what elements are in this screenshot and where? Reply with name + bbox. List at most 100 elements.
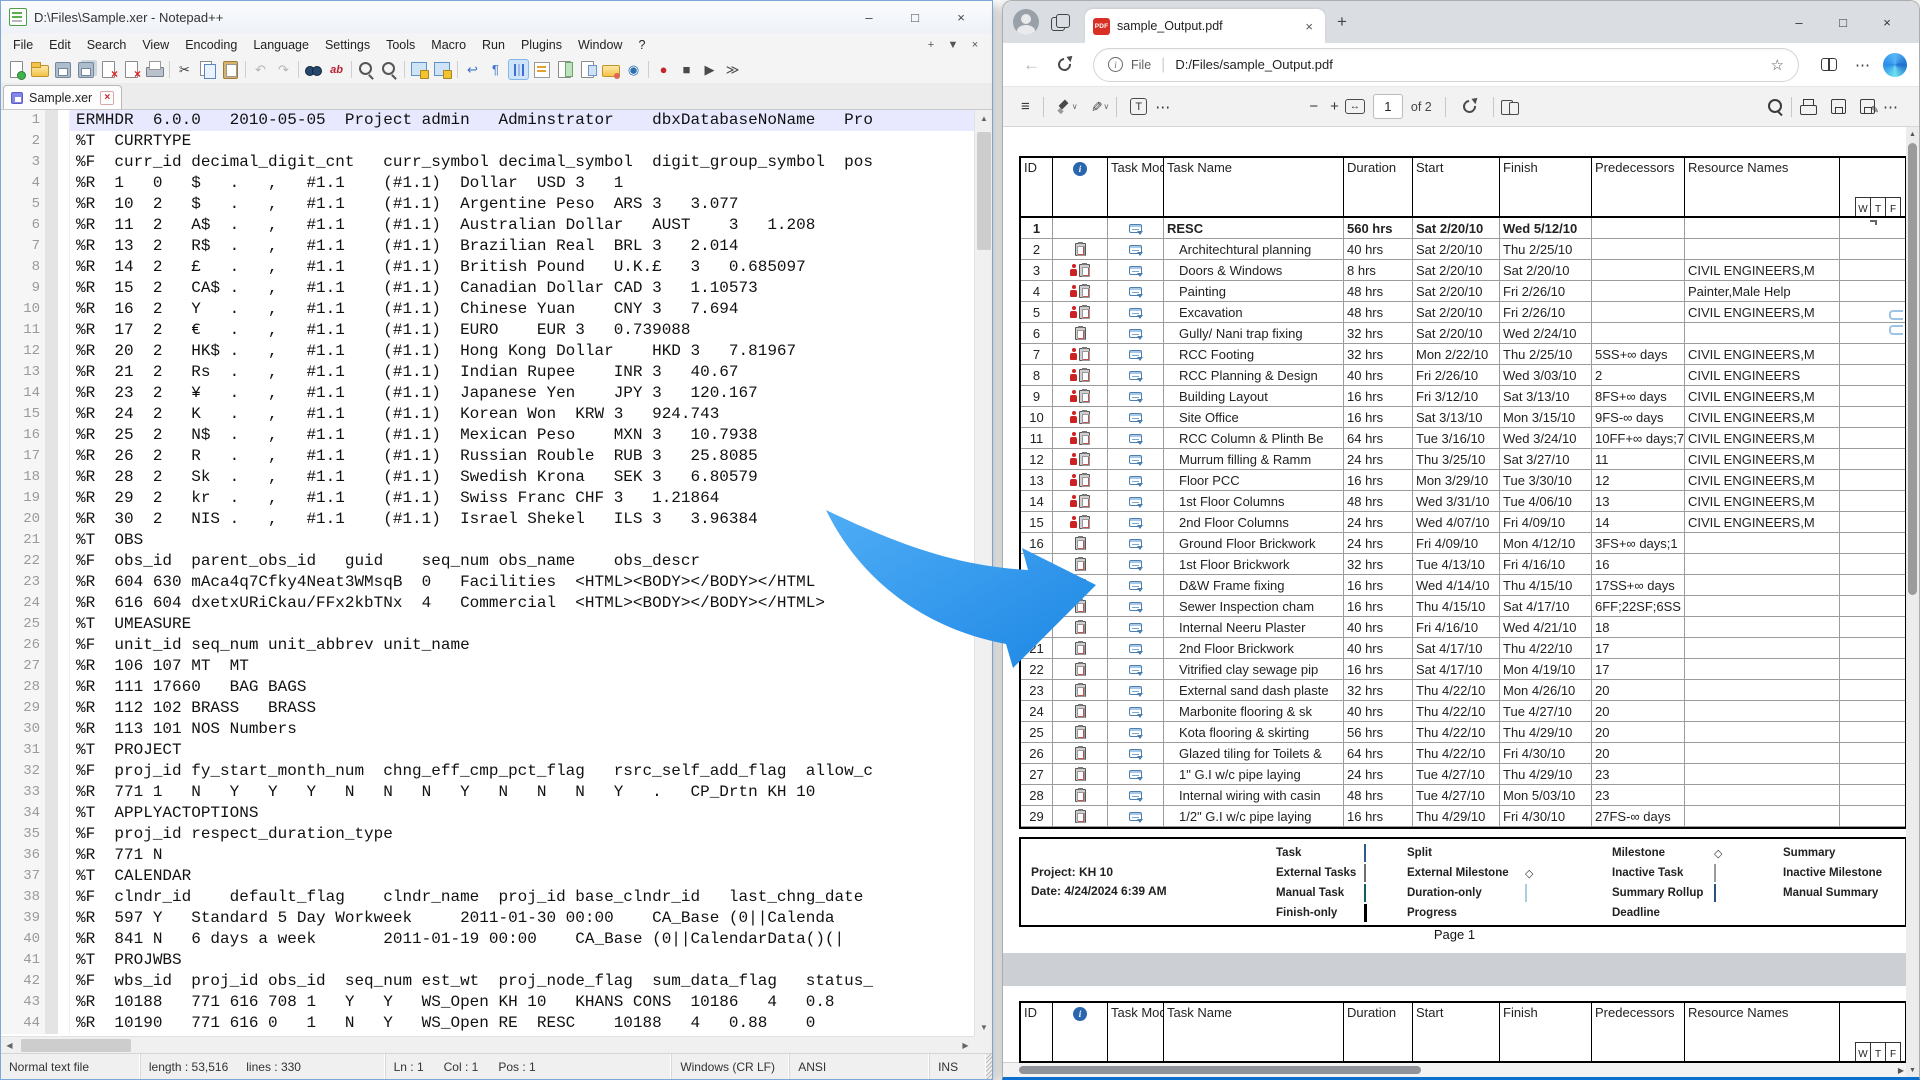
editor-line[interactable]: 1 ERMHDR 6.0.0 2010-05-05 Project admin A… <box>1 110 974 131</box>
editor-line[interactable]: 10 %R 16 2 Y . , #1.1 (#1.1) Chinese Yuan… <box>1 299 974 320</box>
function-list-icon[interactable] <box>531 59 552 80</box>
fold-margin[interactable] <box>58 404 70 425</box>
fold-margin[interactable] <box>58 761 70 782</box>
bookmark-margin[interactable] <box>45 698 58 719</box>
table-of-contents-icon[interactable]: ≡ <box>1015 98 1036 115</box>
copy-icon[interactable] <box>197 59 218 80</box>
tab-sample-xer[interactable]: Sample.xer × <box>3 85 123 109</box>
fold-margin[interactable] <box>58 782 70 803</box>
menu-dropdown-icon[interactable]: ▼ <box>942 39 964 51</box>
vscroll-thumb[interactable] <box>977 132 991 250</box>
editor-line[interactable]: 26 %F unit_id seq_num unit_abbrev unit_na… <box>1 635 974 656</box>
editor-line[interactable]: 38 %F clndr_id default_flag clndr_name pr… <box>1 887 974 908</box>
browser-tab-pdf[interactable]: PDF sample_Output.pdf × <box>1085 9 1325 43</box>
fold-margin[interactable] <box>58 341 70 362</box>
fold-margin[interactable] <box>58 803 70 824</box>
editor-line[interactable]: 17 %R 26 2 R . , #1.1 (#1.1) Russian Roub… <box>1 446 974 467</box>
menu-item-file[interactable]: File <box>5 36 41 54</box>
editor-line[interactable]: 41 %T PROJWBS <box>1 950 974 971</box>
scroll-down-icon[interactable]: ▼ <box>975 1019 992 1036</box>
menu-item-view[interactable]: View <box>134 36 177 54</box>
editor-horizontal-scrollbar[interactable]: ◀ ▶ <box>1 1036 974 1053</box>
address-bar[interactable]: i File | D:/Files/sample_Output.pdf ☆ <box>1093 47 1799 82</box>
fold-margin[interactable] <box>58 824 70 845</box>
editor-area[interactable]: 1 ERMHDR 6.0.0 2010-05-05 Project admin A… <box>1 110 992 1053</box>
editor-line[interactable]: 36 %R 771 N <box>1 845 974 866</box>
fold-margin[interactable] <box>58 362 70 383</box>
bookmark-margin[interactable] <box>45 362 58 383</box>
bookmark-margin[interactable] <box>45 656 58 677</box>
fold-margin[interactable] <box>58 509 70 530</box>
editor-line[interactable]: 20 %R 30 2 NIS . , #1.1 (#1.1) Israel She… <box>1 509 974 530</box>
editor-line[interactable]: 40 %R 841 N 6 days a week 2011-01-19 00:0… <box>1 929 974 950</box>
menu-close-icon[interactable]: × <box>964 39 986 51</box>
editor-line[interactable]: 22 %F obs_id parent_obs_id guid seq_num o… <box>1 551 974 572</box>
scroll-up-icon[interactable]: ▲ <box>1906 127 1919 141</box>
editor-line[interactable]: 2 %T CURRTYPE <box>1 131 974 152</box>
pdf-vertical-scrollbar[interactable]: ▲ ▼ <box>1906 127 1919 1077</box>
fold-margin[interactable] <box>58 173 70 194</box>
bookmark-margin[interactable] <box>45 341 58 362</box>
scroll-up-icon[interactable]: ▲ <box>975 110 992 127</box>
fold-margin[interactable] <box>58 866 70 887</box>
minimize-button[interactable]: – <box>1777 5 1821 39</box>
editor-line[interactable]: 7 %R 13 2 R$ . , #1.1 (#1.1) Brazilian Re… <box>1 236 974 257</box>
cut-icon[interactable]: ✂ <box>174 59 195 80</box>
editor-line[interactable]: 32 %F proj_id fy_start_month_num chng_eff… <box>1 761 974 782</box>
editor-line[interactable]: 18 %R 28 2 Sk . , #1.1 (#1.1) Swedish Kro… <box>1 467 974 488</box>
doc-list-icon[interactable] <box>577 59 598 80</box>
page-info-icon[interactable]: i <box>1108 57 1123 72</box>
bookmark-margin[interactable] <box>45 572 58 593</box>
menu-item-settings[interactable]: Settings <box>317 36 378 54</box>
copilot-icon[interactable] <box>1883 52 1907 77</box>
bookmark-margin[interactable] <box>45 803 58 824</box>
search-icon[interactable] <box>1767 98 1784 115</box>
editor-line[interactable]: 6 %R 11 2 A$ . , #1.1 (#1.1) Australian D… <box>1 215 974 236</box>
fold-margin[interactable] <box>58 950 70 971</box>
zoom-in-icon[interactable] <box>356 59 377 80</box>
fold-margin[interactable] <box>58 635 70 656</box>
fold-margin[interactable] <box>58 992 70 1013</box>
bookmark-margin[interactable] <box>45 866 58 887</box>
bookmark-margin[interactable] <box>45 824 58 845</box>
fold-margin[interactable] <box>58 656 70 677</box>
editor-line[interactable]: 4 %R 1 0 $ . , #1.1 (#1.1) Dollar USD 3 1 <box>1 173 974 194</box>
minimize-button[interactable]: – <box>846 3 892 31</box>
undo-icon[interactable]: ↶ <box>250 59 271 80</box>
fold-margin[interactable] <box>58 257 70 278</box>
bookmark-margin[interactable] <box>45 719 58 740</box>
bookmark-margin[interactable] <box>45 1013 58 1034</box>
new-file-icon[interactable] <box>6 59 27 80</box>
resize-grip[interactable] <box>986 1054 993 1079</box>
save-all-icon[interactable] <box>75 59 96 80</box>
scroll-down-icon[interactable]: ▼ <box>1906 1063 1919 1077</box>
editor-line[interactable]: 24 %R 616 604 dxetxURiCkau/FFx2kbTNx 4 Co… <box>1 593 974 614</box>
editor-line[interactable]: 19 %R 29 2 kr . , #1.1 (#1.1) Swiss Franc… <box>1 488 974 509</box>
bookmark-margin[interactable] <box>45 530 58 551</box>
editor-line[interactable]: 33 %R 771 1 N Y Y Y N N N Y N N N Y . CP_… <box>1 782 974 803</box>
fold-margin[interactable] <box>58 320 70 341</box>
bookmark-margin[interactable] <box>45 299 58 320</box>
bookmark-margin[interactable] <box>45 425 58 446</box>
editor-line[interactable]: 31 %T PROJECT <box>1 740 974 761</box>
print-icon[interactable] <box>1799 98 1817 115</box>
add-text-icon[interactable]: T <box>1130 98 1148 115</box>
paste-icon[interactable] <box>220 59 241 80</box>
show-symbols-icon[interactable]: ¶ <box>485 59 506 80</box>
editor-line[interactable]: 28 %R 111 17660 BAG BAGS <box>1 677 974 698</box>
editor-line[interactable]: 25 %T UMEASURE <box>1 614 974 635</box>
fold-margin[interactable] <box>58 698 70 719</box>
zoom-out-icon[interactable]: − <box>1303 98 1324 115</box>
fold-margin[interactable] <box>58 152 70 173</box>
fold-margin[interactable] <box>58 194 70 215</box>
fold-margin[interactable] <box>58 530 70 551</box>
split-screen-icon[interactable] <box>1821 58 1837 71</box>
menu-item-search[interactable]: Search <box>79 36 135 54</box>
new-tab-button[interactable]: + <box>1337 12 1347 32</box>
highlighter-icon[interactable] <box>1057 100 1070 113</box>
bookmark-margin[interactable] <box>45 404 58 425</box>
pdf-horizontal-scrollbar[interactable]: ▶ <box>1003 1063 1906 1077</box>
fold-margin[interactable] <box>58 278 70 299</box>
save-as-icon[interactable]: ✎ <box>1859 99 1879 116</box>
editor-line[interactable]: 21 %T OBS <box>1 530 974 551</box>
